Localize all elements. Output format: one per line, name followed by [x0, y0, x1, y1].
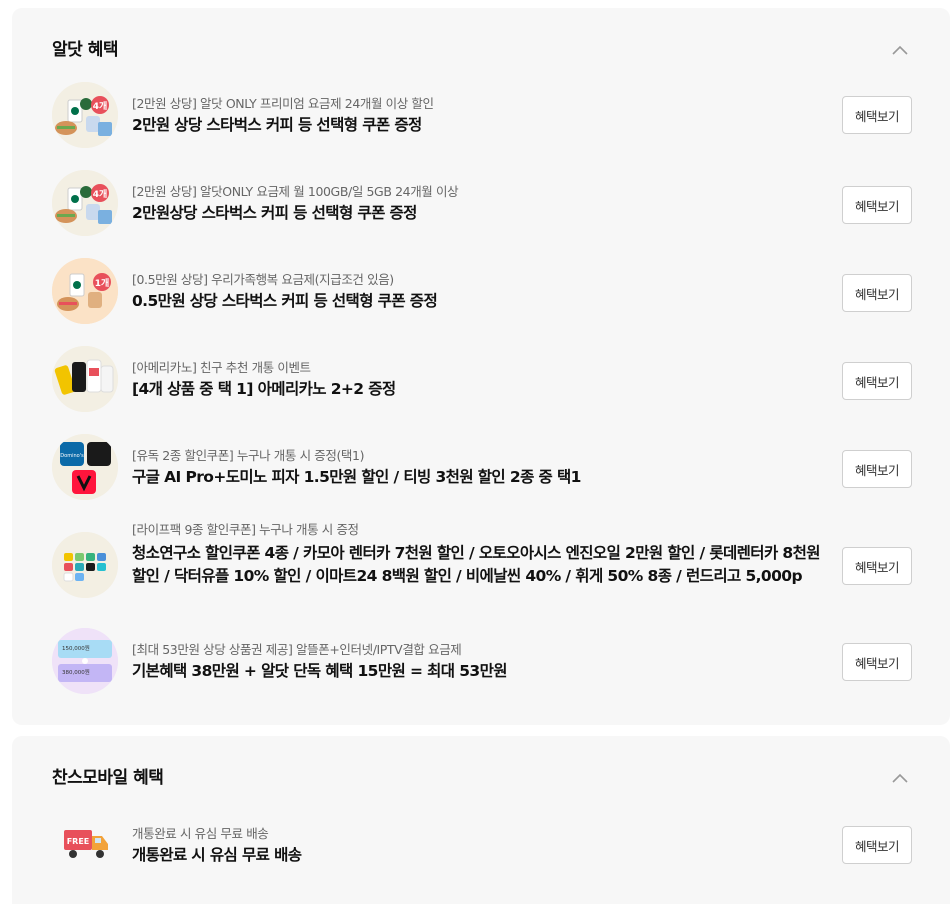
coupon-thumbnail: [52, 346, 118, 412]
delivery-truck-icon: FREE: [62, 826, 110, 862]
benefit-item: FREE 개통완료 시 유심 무료 배송 개통완료 시 유심 무료 배송 혜택보…: [52, 812, 912, 878]
benefit-item: 150,000원 380,000원 [최대 53만원 상당 상품권 제공] 알뜰…: [52, 628, 912, 694]
gift-card-icon: 150,000원 380,000원: [52, 628, 118, 694]
benefit-subtitle: 개통완료 시 유심 무료 배송: [132, 826, 269, 841]
view-benefit-button[interactable]: 혜택보기: [842, 186, 912, 224]
domino-logo-text: Domino's: [60, 453, 84, 459]
benefit-item: 4개 [2만원 상당] 알닷 ONLY 프리미엄 요금제 24개월 이상 할인 …: [52, 82, 912, 148]
benefit-title: 청소연구소 할인쿠폰 4종 / 카모아 렌터카 7천원 할인 / 오토오아시스 …: [132, 544, 821, 585]
benefit-section-chance: 찬스모바일 혜택 FREE 개통완료 시 유심 무료 배송 개통완료 시 유심 …: [12, 736, 950, 904]
starbucks-coupon-icon: 4개: [52, 170, 118, 236]
benefit-title: 2만원상당 스타벅스 커피 등 선택형 쿠폰 증정: [132, 204, 417, 222]
benefit-title: 개통완료 시 유심 무료 배송: [132, 846, 302, 864]
benefit-item: Domino's [유독 2종 할인쿠폰] 누구나 개통 시 증정(택1) 구글…: [52, 434, 912, 500]
benefit-subtitle: [유독 2종 할인쿠폰] 누구나 개통 시 증정(택1): [132, 448, 365, 463]
benefit-section-aldot: 알닷 혜택 4개 [2만원 상당] 알닷 ONLY 프리미엄 요금제 24개월 …: [12, 8, 950, 725]
chevron-up-icon[interactable]: [890, 768, 910, 788]
view-benefit-button[interactable]: 혜택보기: [842, 643, 912, 681]
coupon-thumbnail: 4개: [52, 170, 118, 236]
section-title: 알닷 혜택: [52, 40, 118, 60]
view-benefit-button[interactable]: 혜택보기: [842, 362, 912, 400]
section-header[interactable]: 알닷 혜택: [52, 38, 910, 62]
card-amount-2: 380,000원: [62, 668, 90, 676]
view-benefit-button[interactable]: 혜택보기: [842, 826, 912, 864]
section-header[interactable]: 찬스모바일 혜택: [52, 766, 910, 790]
coupon-thumbnail: 1개: [52, 258, 118, 324]
view-benefit-button[interactable]: 혜택보기: [842, 274, 912, 312]
card-amount-1: 150,000원: [62, 644, 90, 652]
benefit-subtitle: [2만원 상당] 알닷 ONLY 프리미엄 요금제 24개월 이상 할인: [132, 96, 434, 111]
benefit-subtitle: [최대 53만원 상당 상품권 제공] 알뜰폰+인터넷/IPTV결합 요금제: [132, 642, 462, 657]
benefit-item: 1개 [0.5만원 상당] 우리가족행복 요금제(지급조건 있음) 0.5만원 …: [52, 258, 912, 324]
free-label: FREE: [67, 837, 90, 846]
chevron-up-icon[interactable]: [890, 40, 910, 60]
lifepack-apps-icon: [52, 532, 118, 598]
coupon-thumbnail: [52, 532, 118, 598]
benefit-title: 구글 AI Pro+도미노 피자 1.5만원 할인 / 티빙 3천원 할인 2종…: [132, 468, 581, 486]
benefit-subtitle: [0.5만원 상당] 우리가족행복 요금제(지급조건 있음): [132, 272, 394, 287]
view-benefit-button[interactable]: 혜택보기: [842, 96, 912, 134]
benefit-item: 4개 [2만원 상당] 알닷ONLY 요금제 월 100GB/일 5GB 24개…: [52, 170, 912, 236]
americano-cups-icon: [52, 346, 118, 412]
benefit-subtitle: [아메리카노] 친구 추천 개통 이벤트: [132, 360, 311, 375]
section-title: 찬스모바일 혜택: [52, 768, 164, 788]
view-benefit-button[interactable]: 혜택보기: [842, 547, 912, 585]
coupon-thumbnail: 150,000원 380,000원: [52, 628, 118, 694]
benefit-title: 2만원 상당 스타벅스 커피 등 선택형 쿠폰 증정: [132, 116, 422, 134]
view-benefit-button[interactable]: 혜택보기: [842, 450, 912, 488]
coupon-thumbnail: Domino's: [52, 434, 118, 500]
benefit-title: 기본혜택 38만원 + 알닷 단독 혜택 15만원 = 최대 53만원: [132, 662, 508, 680]
benefit-title: [4개 상품 중 택 1] 아메리카노 2+2 증정: [132, 380, 396, 398]
benefit-item: [아메리카노] 친구 추천 개통 이벤트 [4개 상품 중 택 1] 아메리카노…: [52, 346, 912, 412]
badge-count: 4개: [93, 100, 108, 112]
starbucks-coupon-icon: 1개: [52, 258, 118, 324]
coupon-thumbnail: 4개: [52, 82, 118, 148]
badge-count: 4개: [93, 188, 108, 200]
badge-count: 1개: [95, 277, 110, 289]
benefit-subtitle: [라이프팩 9종 할인쿠폰] 누구나 개통 시 증정: [132, 522, 359, 537]
benefit-title: 0.5만원 상당 스타벅스 커피 등 선택형 쿠폰 증정: [132, 292, 438, 310]
partner-logos-icon: Domino's: [52, 434, 118, 500]
benefit-subtitle: [2만원 상당] 알닷ONLY 요금제 월 100GB/일 5GB 24개월 이…: [132, 184, 459, 199]
benefit-item: [라이프팩 9종 할인쿠폰] 누구나 개통 시 증정 청소연구소 할인쿠폰 4종…: [52, 522, 912, 612]
starbucks-coupon-icon: 4개: [52, 82, 118, 148]
